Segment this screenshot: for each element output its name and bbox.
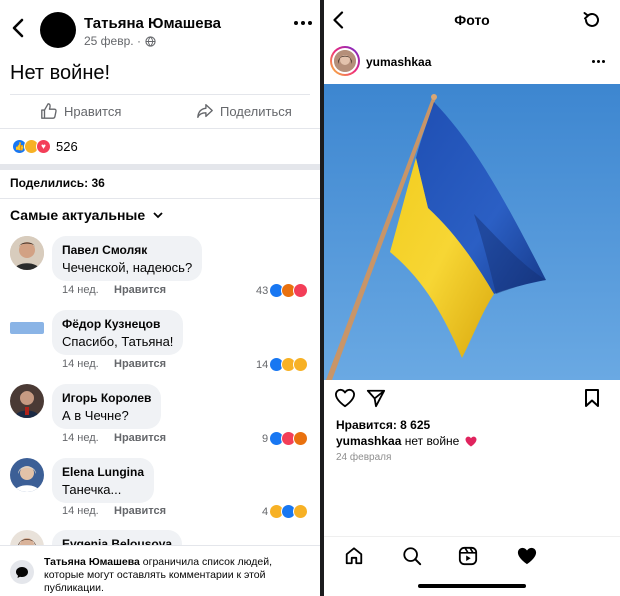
comment-reactions[interactable]: 14 (256, 357, 309, 372)
like-button[interactable]: Нравится (40, 102, 121, 120)
search-icon (403, 547, 422, 566)
comment-like-button[interactable]: Нравится (114, 432, 166, 444)
notice-text: ограничила список людей, (139, 556, 273, 568)
instagram-panel: Фото yumashkaa Нравится: 8 625 yumashkaa… (324, 0, 620, 596)
commenter-avatar[interactable] (10, 236, 44, 270)
comment-bubble: Игорь Королев А в Чечне? (52, 384, 162, 429)
commenter-avatar[interactable] (10, 458, 44, 492)
more-options-button[interactable] (294, 21, 312, 25)
reels-icon (458, 546, 478, 566)
caption-text: нет войне (401, 434, 463, 448)
comment-time[interactable]: 14 нед. (62, 358, 99, 370)
chevron-down-icon (153, 211, 163, 218)
nav-search[interactable] (402, 546, 422, 566)
comment-bubble-icon (10, 560, 34, 584)
like-button[interactable] (334, 388, 356, 408)
post-date: 24 февраля (336, 452, 392, 463)
heart-filled-icon (517, 547, 537, 565)
comment-reactions[interactable]: 43 (256, 283, 309, 298)
post-options-button[interactable] (592, 60, 605, 63)
comment-reactions-count: 4 (262, 505, 269, 518)
user-avatar[interactable] (330, 46, 360, 76)
notice-text-line-2: которые могут оставлять комментарии к эт… (44, 569, 266, 581)
refresh-icon (583, 12, 599, 27)
comment-time[interactable]: 14 нед. (62, 432, 99, 444)
notice-author: Татьяна Юмашева (44, 556, 140, 568)
comment-reactions-count: 14 (256, 358, 269, 371)
comment-text: А в Чечне? (62, 408, 129, 423)
commenter-avatar[interactable] (10, 384, 44, 418)
like-label: Нравится (64, 103, 122, 119)
share-button[interactable] (366, 388, 386, 408)
refresh-button[interactable] (582, 10, 602, 30)
love-reaction-icon (293, 283, 309, 298)
post-photo[interactable] (324, 84, 620, 380)
nav-reels[interactable] (458, 546, 478, 566)
comment-text: Танечка... (62, 482, 122, 497)
comment-like-button[interactable]: Нравится (114, 505, 166, 517)
share-button[interactable]: Поделиться (196, 102, 292, 120)
comment-bubble: Фёдор Кузнецов Спасибо, Татьяна! (52, 310, 184, 355)
nav-home[interactable] (344, 546, 364, 566)
shares-count[interactable]: Поделились: 36 (10, 176, 105, 190)
haha-reaction-icon (293, 504, 309, 519)
comment-time[interactable]: 14 нед. (62, 284, 99, 296)
commenter-name[interactable]: Игорь Королев (62, 391, 151, 405)
comment-text: Чеченской, надеюсь? (62, 260, 193, 275)
caption-username[interactable]: yumashkaa (336, 434, 401, 448)
red-heart-emoji-icon (465, 436, 477, 446)
share-label: Поделиться (220, 103, 292, 119)
commenter-name[interactable]: Elena Lungina (62, 465, 144, 479)
send-icon (366, 389, 386, 408)
sort-label: Самые актуальные (10, 207, 146, 223)
comment-bubble: Elena Lungina Танечка... (52, 458, 155, 503)
page-title: Фото (454, 12, 490, 28)
comment-reactions[interactable]: 4 (262, 504, 309, 519)
heart-icon (334, 388, 355, 408)
angry-reaction-icon (293, 431, 309, 446)
comment-reactions-count: 43 (256, 284, 269, 297)
comment-reactions[interactable]: 9 (262, 431, 309, 446)
care-reaction-icon (293, 357, 309, 372)
notice-text-line-3: публикации. (44, 582, 104, 594)
comment-like-button[interactable]: Нравится (114, 284, 166, 296)
comment-like-button[interactable]: Нравится (114, 358, 166, 370)
home-icon (345, 547, 363, 565)
comment-time[interactable]: 14 нед. (62, 505, 99, 517)
author-name[interactable]: Татьяна Юмашева (84, 15, 221, 32)
thumbs-up-icon (41, 103, 57, 119)
comment-sort-dropdown[interactable]: Самые актуальные (10, 207, 163, 223)
post-text: Нет войне! (10, 62, 111, 84)
caption: yumashkaa нет войне (336, 434, 477, 448)
share-icon (197, 104, 213, 118)
nav-activity[interactable] (516, 546, 538, 566)
comment-text: Спасибо, Татьяна! (62, 334, 174, 349)
save-button[interactable] (584, 388, 600, 408)
commenter-name[interactable]: Павел Смоляк (62, 243, 192, 257)
reactions-count: 526 (56, 139, 78, 154)
likes-count[interactable]: Нравится: 8 625 (336, 418, 430, 432)
post-date: 25 февр. · (84, 34, 141, 48)
comment-restriction-notice: Татьяна Юмашева ограничила список людей,… (0, 545, 320, 596)
comment-bubble: Павел Смоляк Чеченской, надеюсь? (52, 236, 203, 281)
bookmark-icon (585, 389, 599, 407)
commenter-name[interactable]: Фёдор Кузнецов (62, 317, 173, 331)
author-avatar[interactable] (40, 12, 76, 48)
commenter-avatar[interactable] (10, 322, 44, 334)
username[interactable]: yumashkaa (366, 55, 431, 69)
chevron-left-icon (12, 18, 24, 38)
comment-reactions-count: 9 (262, 432, 269, 445)
love-reaction-icon: ♥ (36, 139, 51, 154)
facebook-panel: Татьяна Юмашева 25 февр. · Нет войне! Нр… (0, 0, 320, 596)
home-indicator (418, 584, 526, 588)
ukraine-flag-photo (324, 84, 620, 380)
globe-icon (145, 35, 156, 47)
reactions-summary[interactable]: 👍 ♥ 526 (12, 139, 78, 154)
back-button[interactable] (12, 18, 24, 38)
